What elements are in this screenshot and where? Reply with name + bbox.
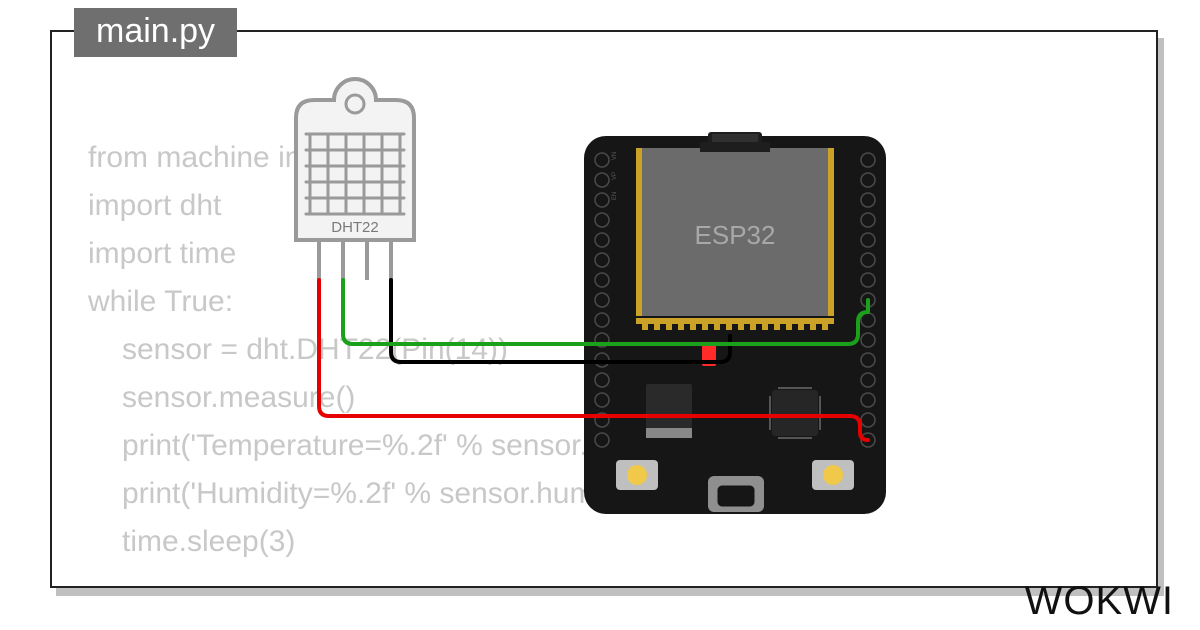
code-line: sensor.measure() <box>122 381 355 414</box>
code-line: from machine import Pin <box>88 141 413 174</box>
code-line: sensor = dht.DHT22(Pin(14)) <box>122 333 508 366</box>
filename-tab[interactable]: main.py <box>74 8 237 57</box>
code-line: import dht <box>88 189 221 222</box>
code-line: while True: <box>88 285 233 318</box>
brand-logo: WOKWI <box>1025 579 1174 624</box>
code-block: from machine import Pin import dht impor… <box>88 86 780 566</box>
code-line: import time <box>88 237 236 270</box>
code-line: time.sleep(3) <box>122 525 295 558</box>
code-line: print('Temperature=%.2f' % sensor.temper… <box>122 429 780 462</box>
code-line: print('Humidity=%.2f' % sensor.humidity(… <box>122 477 678 510</box>
